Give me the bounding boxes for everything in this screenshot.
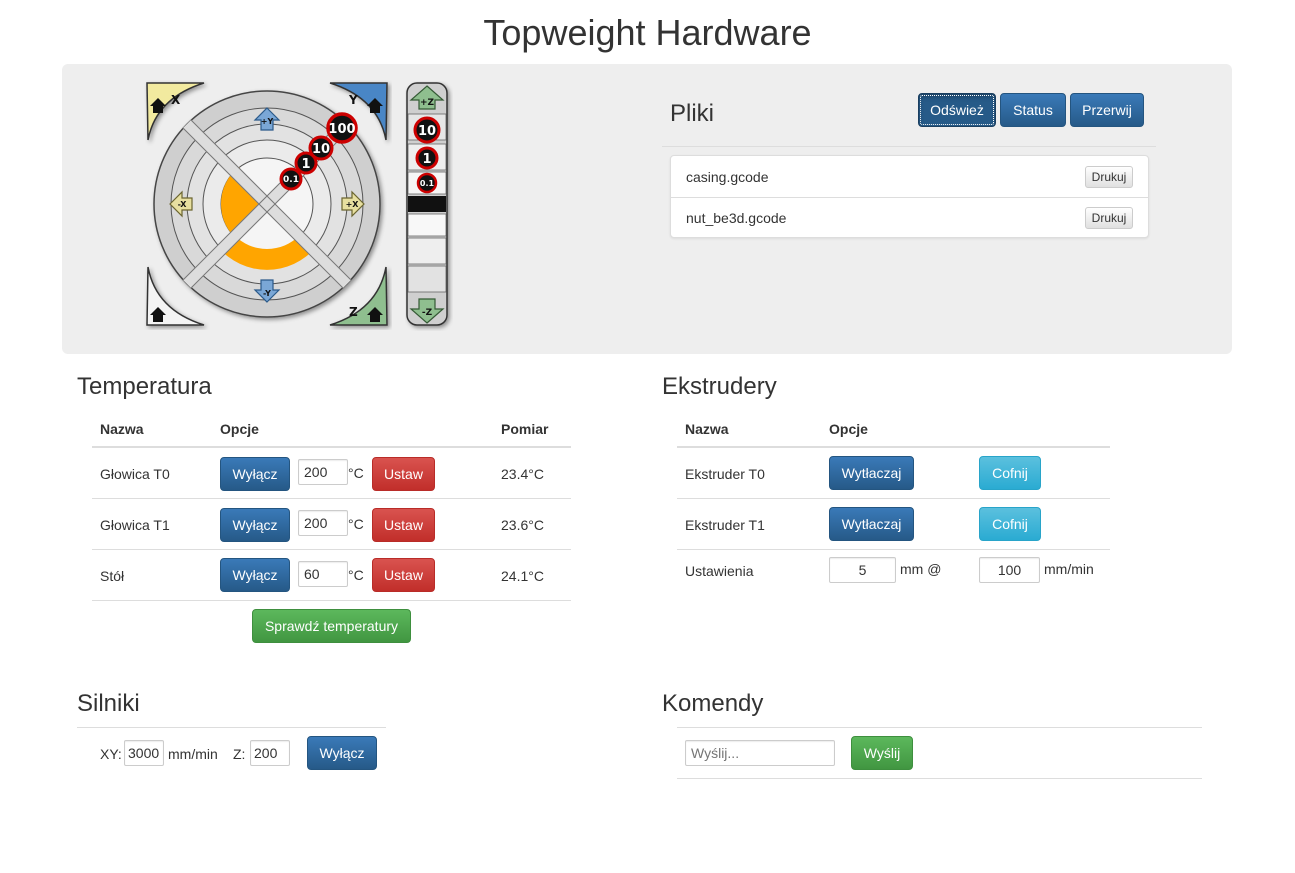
row-divider [92,600,571,601]
minus-x-label: -X [178,200,188,209]
z-speed-label: Z: [233,746,246,762]
step-badge-0-1[interactable]: 0.1 [279,167,303,191]
measured-temp: 23.4°C [501,466,544,482]
target-temp-input[interactable] [298,510,348,536]
extrude-button[interactable]: Wytłaczaj [829,507,914,541]
heater-off-button[interactable]: Wyłącz [220,508,290,542]
extruder-header-divider [677,446,1110,448]
commands-divider-bottom [677,778,1202,779]
status-button[interactable]: Status [1000,93,1066,127]
minus-y-label: -Y [263,289,271,298]
svg-text:10: 10 [418,124,436,139]
set-temp-button[interactable]: Ustaw [372,508,435,542]
extruder-header-options: Opcje [829,421,868,437]
temperature-title: Temperatura [77,373,212,400]
xy-jog-control[interactable]: +Y -Y -X +X 0.1 1 10 100 X Y Z [142,80,392,330]
file-name: nut_be3d.gcode [686,210,787,226]
print-button[interactable]: Drukuj [1085,166,1133,188]
extruder-header-name: Nazwa [685,421,729,437]
temp-unit: °C [348,516,364,532]
measured-temp: 23.6°C [501,517,544,533]
extruders-title: Ekstrudery [662,373,777,400]
extruder-row-name: Ekstruder T0 [685,466,765,482]
temp-row-name: Głowica T0 [100,466,170,482]
retract-button[interactable]: Cofnij [979,507,1041,541]
svg-text:0.1: 0.1 [283,175,299,185]
files-title: Pliki [670,100,715,127]
xy-speed-unit: mm/min [168,746,218,762]
step-badge-10[interactable]: 10 [308,135,334,161]
refresh-button[interactable]: Odśwież [918,93,996,127]
commands-divider-top [677,727,1202,728]
home-x-label: X [171,93,181,107]
temp-header-name: Nazwa [100,421,144,437]
motors-title: Silniki [77,690,140,717]
minus-z-label: -Z [422,308,433,318]
z-jog-control[interactable]: +Z 10 1 0.1 -Z [405,81,453,331]
file-list: casing.gcode Drukuj nut_be3d.gcode Druku… [670,155,1149,238]
svg-text:1: 1 [301,157,310,172]
xy-speed-input[interactable] [124,740,164,766]
file-name: casing.gcode [686,169,769,185]
check-temperatures-button[interactable]: Sprawdź temperatury [252,609,411,643]
set-temp-button[interactable]: Ustaw [372,457,435,491]
plus-x-label: +X [346,200,360,209]
send-command-button[interactable]: Wyślij [851,736,913,770]
motors-divider [77,727,386,728]
heater-off-button[interactable]: Wyłącz [220,558,290,592]
temp-row-name: Głowica T1 [100,517,170,533]
row-divider [92,498,571,499]
extrude-speed-input[interactable] [979,557,1040,583]
retract-button[interactable]: Cofnij [979,456,1041,490]
z-speed-input[interactable] [250,740,290,766]
motors-off-button[interactable]: Wyłącz [307,736,377,770]
print-button[interactable]: Drukuj [1085,207,1133,229]
svg-text:1: 1 [422,152,431,167]
home-z-label: Z [349,305,358,319]
z-step-badge-0-1[interactable]: 0.1 [416,172,438,194]
set-temp-button[interactable]: Ustaw [372,558,435,592]
target-temp-input[interactable] [298,459,348,485]
measured-temp: 24.1°C [501,568,544,584]
temp-row-name: Stół [100,568,125,584]
plus-y-label: +Y [261,117,274,126]
heater-off-button[interactable]: Wyłącz [220,457,290,491]
extruder-row-name: Ekstruder T1 [685,517,765,533]
length-unit: mm @ [900,561,942,577]
step-badge-100[interactable]: 100 [326,112,358,144]
files-divider [662,146,1156,147]
extrude-length-input[interactable] [829,557,896,583]
command-input[interactable] [685,740,835,766]
svg-text:100: 100 [328,122,355,137]
row-divider [92,549,571,550]
z-step-badge-1[interactable]: 1 [415,146,439,170]
speed-unit: mm/min [1044,561,1094,577]
temp-unit: °C [348,465,364,481]
home-y-label: Y [348,93,358,107]
commands-title: Komendy [662,690,764,717]
row-divider [677,498,1110,499]
temp-header-divider [92,446,571,448]
abort-button[interactable]: Przerwij [1070,93,1144,127]
extruder-settings-label: Ustawienia [685,563,754,579]
target-temp-input[interactable] [298,561,348,587]
list-item: nut_be3d.gcode Drukuj [671,197,1148,238]
xy-speed-label: XY: [100,746,122,762]
z-step-badge-10[interactable]: 10 [413,116,441,144]
extrude-button[interactable]: Wytłaczaj [829,456,914,490]
row-divider [677,549,1110,550]
page-title: Topweight Hardware [483,12,812,53]
svg-text:0.1: 0.1 [420,179,435,188]
temp-header-measure: Pomiar [501,421,549,437]
temp-header-options: Opcje [220,421,259,437]
plus-z-label: +Z [420,98,435,108]
svg-text:10: 10 [312,142,330,157]
list-item: casing.gcode Drukuj [671,156,1148,198]
temp-unit: °C [348,567,364,583]
